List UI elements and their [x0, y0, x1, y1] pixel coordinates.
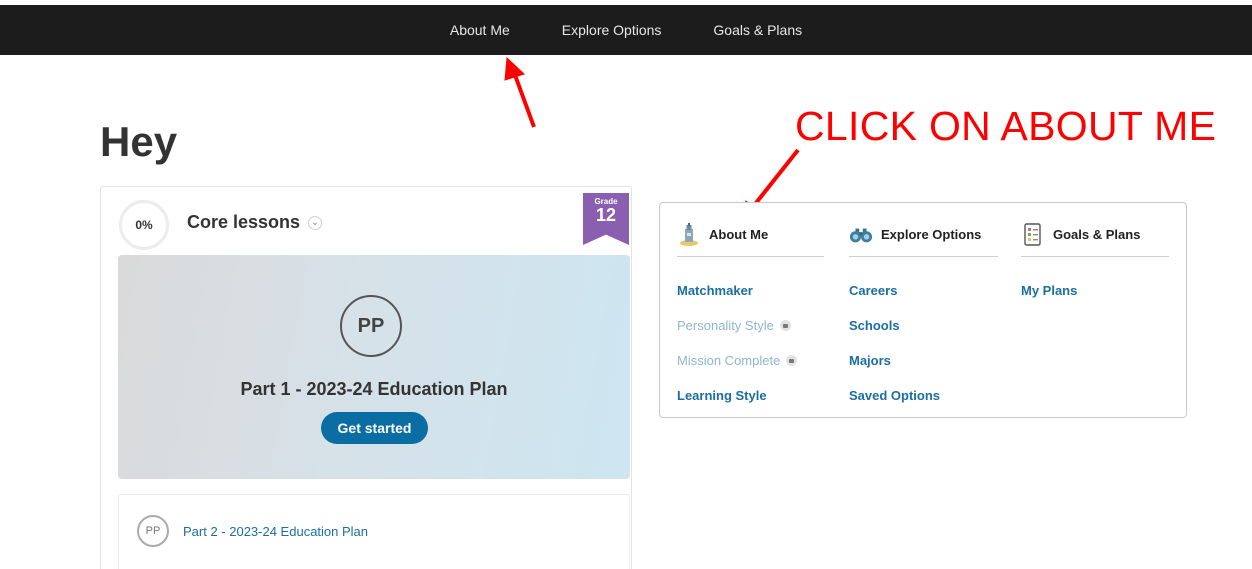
- checklist-icon: [1021, 222, 1045, 247]
- explore-options-title: Explore Options: [881, 227, 982, 242]
- menu-card: About Me Matchmaker Personality Style Mi…: [659, 202, 1187, 418]
- nav-goals-plans[interactable]: Goals & Plans: [713, 22, 802, 38]
- learning-style-label: Learning Style: [677, 388, 767, 403]
- lock-icon: [786, 355, 798, 366]
- matchmaker-link[interactable]: Matchmaker: [677, 273, 824, 308]
- schools-link[interactable]: Schools: [849, 308, 998, 343]
- goals-plans-list: My Plans: [1021, 273, 1169, 308]
- grade-ribbon: Grade 12: [583, 193, 629, 245]
- saved-options-link[interactable]: Saved Options: [849, 378, 998, 413]
- get-started-button[interactable]: Get started: [321, 412, 428, 444]
- top-nav: About Me Explore Options Goals & Plans: [0, 5, 1252, 55]
- lock-icon: [779, 320, 791, 331]
- lesson-hero: PP Part 1 - 2023-24 Education Plan Get s…: [118, 255, 630, 479]
- progress-ring: 0%: [119, 200, 169, 250]
- majors-link[interactable]: Majors: [849, 343, 998, 378]
- progress-value: 0%: [135, 218, 153, 232]
- goals-plans-header[interactable]: Goals & Plans: [1021, 203, 1169, 257]
- chevron-down-icon[interactable]: ⌄: [308, 215, 323, 230]
- binoculars-icon: [849, 223, 873, 247]
- nav-about-me[interactable]: About Me: [450, 22, 510, 38]
- learning-style-link[interactable]: Learning Style: [677, 378, 824, 413]
- nav-explore-options[interactable]: Explore Options: [562, 22, 662, 38]
- careers-link[interactable]: Careers: [849, 273, 998, 308]
- core-lessons-title: Core lessons: [187, 212, 301, 232]
- about-me-column: About Me Matchmaker Personality Style Mi…: [677, 203, 824, 413]
- explore-options-column: Explore Options Careers Schools Majors S…: [849, 203, 998, 413]
- mission-complete-link: Mission Complete: [677, 343, 824, 378]
- lesson-title: Part 1 - 2023-24 Education Plan: [240, 379, 508, 399]
- saved-options-label: Saved Options: [849, 388, 941, 403]
- next-lesson-item[interactable]: PP Part 2 - 2023-24 Education Plan: [118, 494, 630, 569]
- goals-plans-title: Goals & Plans: [1053, 227, 1141, 242]
- explore-options-header[interactable]: Explore Options: [849, 203, 998, 257]
- greeting-heading: Hey: [100, 118, 178, 165]
- explore-options-list: Careers Schools Majors Saved Options: [849, 273, 998, 413]
- about-me-header[interactable]: About Me: [677, 203, 824, 257]
- matchmaker-label: Matchmaker: [677, 283, 753, 298]
- next-lesson-avatar: PP: [137, 515, 169, 547]
- personality-style-link: Personality Style: [677, 308, 824, 343]
- schools-label: Schools: [849, 318, 900, 333]
- careers-label: Careers: [849, 283, 898, 298]
- my-plans-link[interactable]: My Plans: [1021, 273, 1169, 308]
- lesson-avatar: PP: [340, 295, 402, 357]
- mission-complete-label: Mission Complete: [677, 353, 781, 368]
- next-lesson-link[interactable]: Part 2 - 2023-24 Education Plan: [183, 524, 368, 539]
- personality-style-label: Personality Style: [677, 318, 774, 333]
- my-plans-label: My Plans: [1021, 283, 1078, 298]
- core-lessons-header[interactable]: Core lessons ⌄: [187, 212, 323, 233]
- about-me-title: About Me: [709, 227, 769, 242]
- about-me-list: Matchmaker Personality Style Mission Com…: [677, 273, 824, 413]
- annotation-text: CLICK ON ABOUT ME: [795, 103, 1217, 149]
- goals-plans-column: Goals & Plans My Plans: [1021, 203, 1169, 308]
- majors-label: Majors: [849, 353, 891, 368]
- annotation-arrow-top: [504, 56, 536, 128]
- grade-number: 12: [595, 205, 617, 225]
- tower-icon: [677, 222, 701, 247]
- core-lessons-card: 0% Core lessons ⌄ Grade 12 PP Part 1 - 2…: [100, 186, 632, 569]
